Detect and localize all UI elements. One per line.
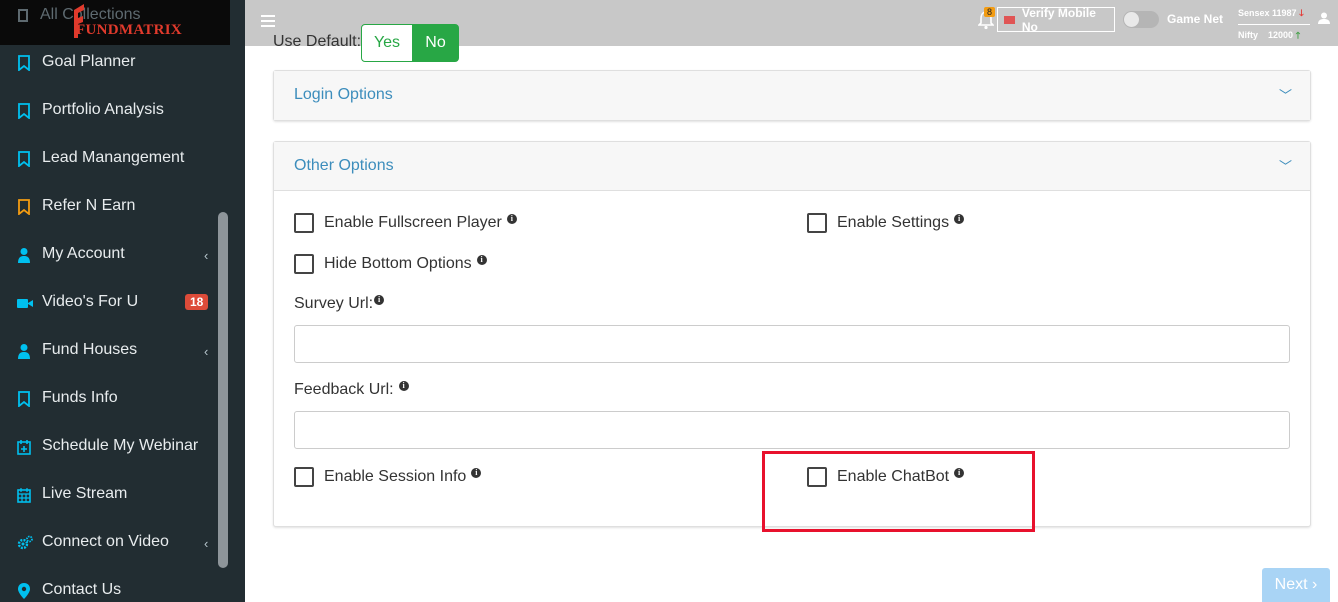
sidebar-item-label: Contact Us bbox=[42, 581, 122, 598]
info-icon[interactable]: i bbox=[398, 381, 409, 391]
bookmark-icon bbox=[17, 151, 31, 168]
sidebar-item-label: My Account bbox=[42, 245, 125, 262]
sidebar-item-label: Live Stream bbox=[42, 485, 128, 502]
gears-icon bbox=[17, 535, 33, 551]
bookmark-icon bbox=[17, 55, 31, 72]
hide-bottom-options-label: Hide Bottom Options i bbox=[324, 255, 487, 273]
game-net-label: Game Net bbox=[1167, 12, 1224, 26]
sidebar-item-label: Lead Manangement bbox=[42, 149, 185, 166]
sensex-label: Sensex 11987 bbox=[1238, 8, 1297, 18]
feedback-url-input[interactable] bbox=[294, 411, 1290, 449]
survey-url-input[interactable] bbox=[294, 325, 1290, 363]
sidebar-item-my-account[interactable]: My Account ‹ bbox=[0, 231, 230, 279]
info-icon[interactable]: i bbox=[506, 214, 517, 224]
info-icon[interactable]: i bbox=[471, 468, 482, 478]
next-button[interactable]: Next › bbox=[1262, 568, 1330, 602]
sidebar: All Collections FUNDMATRIX Goal Planner P… bbox=[0, 0, 245, 602]
sidebar-item-live-stream[interactable]: Live Stream bbox=[0, 471, 230, 519]
sidebar-item-label: Schedule My Webinar bbox=[42, 437, 199, 454]
envelope-icon bbox=[1004, 15, 1015, 24]
verify-mobile-button[interactable]: Verify Mobile No bbox=[997, 5, 1115, 34]
sidebar-item-label: Refer N Earn bbox=[42, 197, 136, 214]
market-ticker: Sensex 11987 🡓 Nifty 12000 🡑 bbox=[1238, 6, 1310, 44]
fundmatrix-logo[interactable]: FUNDMATRIX bbox=[64, 4, 182, 42]
map-marker-icon bbox=[17, 583, 31, 599]
info-icon[interactable]: i bbox=[476, 255, 487, 265]
use-default-yes-button[interactable]: Yes bbox=[361, 24, 413, 62]
nifty-value: 12000 bbox=[1268, 30, 1294, 40]
sidebar-item-portfolio-analysis[interactable]: Portfolio Analysis bbox=[0, 87, 230, 135]
hide-bottom-options-checkbox[interactable] bbox=[294, 254, 314, 274]
video-icon bbox=[17, 295, 33, 311]
calendar-icon bbox=[17, 487, 31, 503]
chevron-left-icon[interactable]: ‹ bbox=[204, 248, 208, 263]
calendar-plus-icon bbox=[17, 439, 31, 455]
game-net-toggle[interactable] bbox=[1123, 11, 1159, 28]
arrow-up-icon: 🡑 bbox=[1295, 30, 1301, 40]
arrow-down-icon: 🡓 bbox=[1299, 8, 1304, 18]
nifty-label: Nifty bbox=[1238, 30, 1258, 40]
use-default-no-button[interactable]: No bbox=[412, 24, 459, 62]
sidebar-item-label: Funds Info bbox=[42, 389, 118, 406]
chevron-down-icon: ﹀ bbox=[1278, 88, 1292, 103]
bookmark-icon bbox=[18, 9, 28, 22]
login-options-header[interactable]: Login Options ﹀ bbox=[274, 71, 1310, 120]
bookmark-icon bbox=[17, 199, 31, 216]
sidebar-item-label: Video's For U bbox=[42, 293, 139, 310]
sidebar-item-video-s-for-u[interactable]: Video's For U 18 bbox=[0, 279, 230, 327]
sidebar-scrollbar[interactable] bbox=[218, 212, 228, 568]
enable-settings-label: Enable Settings i bbox=[837, 214, 965, 232]
sidebar-item-label: Portfolio Analysis bbox=[42, 101, 164, 118]
survey-url-label: Survey Url: i bbox=[294, 295, 385, 313]
user-icon bbox=[17, 343, 31, 359]
login-options-title: Login Options bbox=[294, 86, 393, 103]
hamburger-menu-icon[interactable] bbox=[261, 15, 275, 27]
sidebar-item-lead-manangement[interactable]: Lead Manangement bbox=[0, 135, 230, 183]
other-options-header[interactable]: Other Options ﹀ bbox=[274, 142, 1310, 191]
sidebar-item-label: Goal Planner bbox=[42, 53, 136, 70]
chevron-left-icon[interactable]: ‹ bbox=[204, 344, 208, 359]
sidebar-item-schedule-my-webinar[interactable]: Schedule My Webinar bbox=[0, 423, 230, 471]
info-icon[interactable]: i bbox=[954, 214, 965, 224]
sidebar-item-refer-n-earn[interactable]: Refer N Earn bbox=[0, 183, 230, 231]
other-options-title: Other Options bbox=[294, 157, 394, 174]
enable-session-info-label: Enable Session Info i bbox=[324, 468, 482, 486]
enable-session-info-checkbox[interactable] bbox=[294, 467, 314, 487]
info-icon[interactable]: i bbox=[374, 295, 385, 305]
chatbot-highlight-box bbox=[762, 451, 1035, 532]
enable-settings-checkbox[interactable] bbox=[807, 213, 827, 233]
count-badge: 18 bbox=[185, 294, 209, 310]
enable-fullscreen-checkbox[interactable] bbox=[294, 213, 314, 233]
sidebar-item-connect-on-video[interactable]: Connect on Video ‹ bbox=[0, 519, 230, 567]
logo-text: FUNDMATRIX bbox=[76, 22, 183, 38]
user-menu-icon[interactable] bbox=[1318, 12, 1330, 24]
sidebar-item-label: Connect on Video bbox=[42, 533, 169, 550]
enable-fullscreen-label: Enable Fullscreen Player i bbox=[324, 214, 517, 232]
sidebar-item-label: Fund Houses bbox=[42, 341, 138, 358]
user-icon bbox=[17, 247, 31, 263]
notification-badge: 8 bbox=[984, 7, 996, 17]
sidebar-item-funds-info[interactable]: Funds Info bbox=[0, 375, 230, 423]
chevron-down-icon: ﹀ bbox=[1278, 159, 1292, 174]
login-options-panel: Login Options ﹀ bbox=[273, 70, 1311, 121]
bookmark-icon bbox=[17, 103, 31, 120]
use-default-label: Use Default: bbox=[273, 33, 362, 50]
sidebar-item-contact-us[interactable]: Contact Us bbox=[0, 567, 230, 602]
sidebar-item-fund-houses[interactable]: Fund Houses ‹ bbox=[0, 327, 230, 375]
chevron-left-icon[interactable]: ‹ bbox=[204, 536, 208, 551]
feedback-url-label: Feedback Url: i bbox=[294, 381, 409, 399]
sidebar-item-goal-planner[interactable]: Goal Planner bbox=[0, 39, 230, 87]
verify-mobile-label: Verify Mobile No bbox=[1021, 5, 1096, 34]
bookmark-icon bbox=[17, 391, 31, 408]
